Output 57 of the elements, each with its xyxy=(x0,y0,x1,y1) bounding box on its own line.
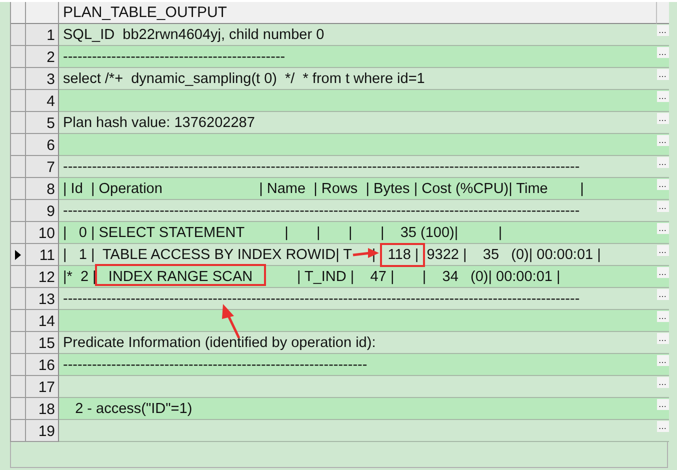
table-cell: Predicate Information (identified by operation id): xyxy=(59,332,656,354)
ellipsis-button[interactable]: … xyxy=(656,135,668,146)
table-cell: | Id | Operation | Name | Rows | Bytes | Cost (%CPU)| Time | xyxy=(59,178,656,200)
row-number: 3 xyxy=(26,68,59,90)
ellipsis-button[interactable]: … xyxy=(656,289,668,300)
ellipsis-button[interactable]: … xyxy=(656,377,668,388)
ellipsis-button[interactable]: … xyxy=(656,157,668,168)
row-number: 19 xyxy=(26,420,59,442)
row-number: 2 xyxy=(26,46,59,68)
table-cell: Plan hash value: 1376202287 xyxy=(59,112,656,134)
table-cell: ---------------------------------------------- xyxy=(59,46,656,68)
ellipsis-button[interactable]: … xyxy=(656,25,668,36)
ellipsis-button[interactable]: … xyxy=(656,69,668,80)
table-cell: SQL_ID bb22rwn4604yj, child number 0 xyxy=(59,24,656,46)
table-cell: |* 2 | INDEX RANGE SCAN | T_IND | 47 | | 34 (0)| 00:00:01 | xyxy=(59,266,656,288)
row-number: 13 xyxy=(26,288,59,310)
ellipsis-button[interactable]: … xyxy=(656,47,668,58)
arrow xyxy=(352,247,380,261)
table-cell: 2 - access("ID"=1) xyxy=(59,398,656,420)
row-number: 6 xyxy=(26,134,59,156)
row-number: 1 xyxy=(26,24,59,46)
ellipsis-button[interactable]: … xyxy=(656,91,668,102)
table-cell: --------------------------------------------------------------- xyxy=(59,354,656,376)
row-number: 8 xyxy=(26,178,59,200)
row-number: 10 xyxy=(26,222,59,244)
table-cell: | 0 | SELECT STATEMENT | | | | 35 (100)| | xyxy=(59,222,656,244)
row-number: 17 xyxy=(26,376,59,398)
row-number: 7 xyxy=(26,156,59,178)
row-number: 12 xyxy=(26,266,59,288)
row-number: 11 xyxy=(26,244,59,266)
row-number: 4 xyxy=(26,90,59,112)
ellipsis-button[interactable]: … xyxy=(656,245,668,256)
ellipsis-button[interactable]: … xyxy=(656,421,668,432)
ellipsis-button[interactable]: … xyxy=(656,179,668,190)
highlight-box xyxy=(380,243,425,267)
ellipsis-button[interactable]: … xyxy=(656,201,668,212)
row-number: 5 xyxy=(26,112,59,134)
header-corner xyxy=(656,2,669,24)
row-number: 16 xyxy=(26,354,59,376)
row-number: 14 xyxy=(26,310,59,332)
row-number: 15 xyxy=(26,332,59,354)
ellipsis-button[interactable]: … xyxy=(656,355,668,366)
row-number: 9 xyxy=(26,200,59,222)
ellipsis-button[interactable]: … xyxy=(656,223,668,234)
ellipsis-button[interactable]: … xyxy=(656,399,668,410)
table-cell: ----------------------------------------------------------------------------------------------------------- xyxy=(59,288,656,310)
table-cell: ----------------------------------------------------------------------------------------------------------- xyxy=(59,200,656,222)
ellipsis-button[interactable]: … xyxy=(656,113,668,124)
row-number: 18 xyxy=(26,398,59,420)
ellipsis-button[interactable]: … xyxy=(656,267,668,278)
table-cell: ----------------------------------------------------------------------------------------------------------- xyxy=(59,156,656,178)
column-header[interactable]: PLAN_TABLE_OUTPUT xyxy=(59,2,656,24)
row-indicator[interactable] xyxy=(11,244,26,266)
ellipsis-button[interactable]: … xyxy=(656,333,668,344)
ellipsis-button[interactable]: … xyxy=(656,311,668,322)
current-row-icon xyxy=(15,250,21,260)
table-cell: select /*+ dynamic_sampling(t 0) */ * from t where id=1 xyxy=(59,68,656,90)
